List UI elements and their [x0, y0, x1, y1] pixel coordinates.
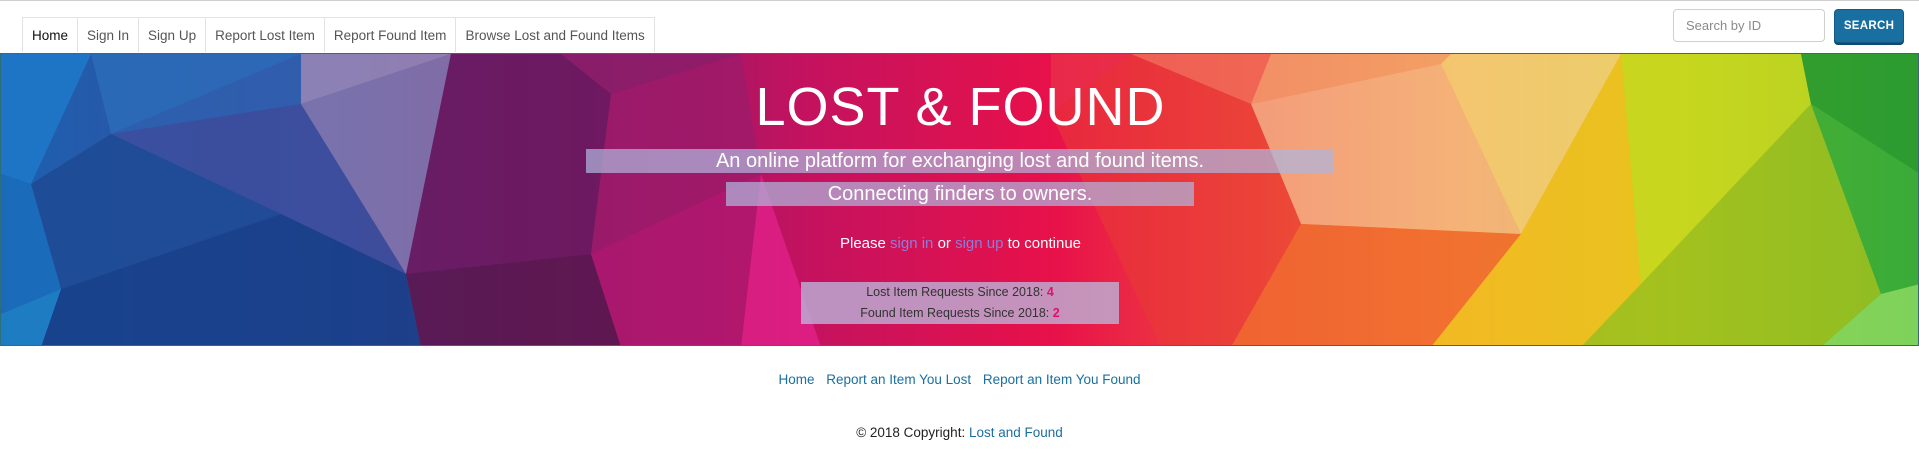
- copyright-text: © 2018 Copyright:: [856, 425, 966, 440]
- tab-report-found-item[interactable]: Report Found Item: [324, 17, 457, 52]
- hero-tagline-1: An online platform for exchanging lost a…: [586, 149, 1334, 173]
- tab-report-lost-item[interactable]: Report Lost Item: [206, 17, 325, 52]
- hero-title: LOST & FOUND: [755, 77, 1166, 137]
- tab-home[interactable]: Home: [22, 17, 79, 52]
- sign-in-prompt: Please sign in or sign up to continue: [1, 235, 1918, 252]
- lost-stat: Lost Item Requests Since 2018: 4: [801, 282, 1119, 303]
- found-stat-label: Found Item Requests Since 2018:: [860, 306, 1050, 320]
- copyright: © 2018 Copyright: Lost and Found: [0, 425, 1919, 440]
- prompt-prefix: Please: [839, 235, 886, 252]
- lost-stat-count: 4: [1046, 285, 1054, 299]
- lost-stat-label: Lost Item Requests Since 2018:: [866, 285, 1044, 299]
- sign-up-link[interactable]: sign up: [955, 235, 1003, 252]
- copyright-link[interactable]: Lost and Found: [969, 425, 1063, 440]
- footer-links: Home Report an Item You Lost Report an I…: [0, 372, 1919, 387]
- tab-browse-items[interactable]: Browse Lost and Found Items: [456, 17, 655, 52]
- nav-tabs: Home Sign In Sign Up Report Lost Item Re…: [22, 17, 655, 53]
- footer-link-report-found[interactable]: Report an Item You Found: [983, 372, 1141, 387]
- stats-box: Lost Item Requests Since 2018: 4 Found I…: [801, 282, 1119, 324]
- tab-sign-in[interactable]: Sign In: [78, 17, 140, 52]
- top-border: [0, 0, 1919, 1]
- found-stat: Found Item Requests Since 2018: 2: [801, 303, 1119, 324]
- footer-link-home[interactable]: Home: [778, 372, 814, 387]
- search-button[interactable]: SEARCH: [1834, 9, 1904, 43]
- hero-tagline-2: Connecting finders to owners.: [726, 182, 1194, 206]
- prompt-suffix: to continue: [1007, 235, 1082, 252]
- sign-in-link[interactable]: sign in: [890, 235, 933, 252]
- hero-banner: LOST & FOUND An online platform for exch…: [0, 53, 1919, 346]
- found-stat-count: 2: [1052, 306, 1060, 320]
- footer-link-report-lost[interactable]: Report an Item You Lost: [826, 372, 971, 387]
- search-input[interactable]: [1673, 9, 1825, 42]
- tab-sign-up[interactable]: Sign Up: [139, 17, 207, 52]
- prompt-or: or: [937, 235, 951, 252]
